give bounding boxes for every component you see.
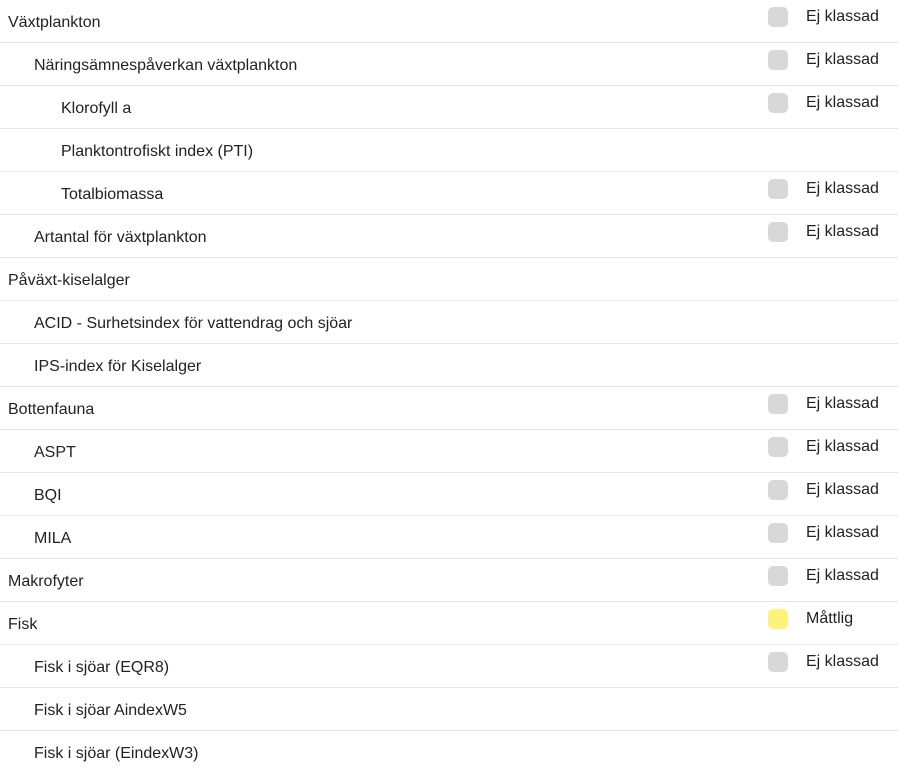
status-swatch (768, 93, 788, 113)
status-indicator: Ej klassad (768, 523, 879, 543)
status-indicator: Ej klassad (768, 222, 879, 242)
row-label: ACID - Surhetsindex för vattendrag och s… (34, 315, 353, 332)
list-item[interactable]: MILA Ej klassad (0, 516, 898, 559)
row-label: Påväxt-kiselalger (8, 272, 130, 289)
status-swatch (768, 394, 788, 414)
row-label: Fisk i sjöar (EindexW3) (34, 745, 199, 762)
list-item[interactable]: IPS-index för Kiselalger (0, 344, 898, 387)
status-indicator: Ej klassad (768, 437, 879, 457)
list-item[interactable]: Klorofyll a Ej klassad (0, 86, 898, 129)
row-label: Bottenfauna (8, 401, 95, 418)
status-text: Ej klassad (806, 180, 879, 197)
list-item[interactable]: Näringsämnespåverkan växtplankton Ej kla… (0, 43, 898, 86)
row-label: Klorofyll a (61, 100, 132, 117)
status-swatch (768, 609, 788, 629)
row-label: Totalbiomassa (61, 186, 164, 203)
status-swatch (768, 523, 788, 543)
status-text: Måttlig (806, 610, 854, 627)
row-label: Planktontrofiskt index (PTI) (61, 143, 254, 160)
row-label: Artantal för växtplankton (34, 229, 207, 246)
status-indicator: Ej klassad (768, 50, 879, 70)
list-item[interactable]: Fisk i sjöar (EQR8) Ej klassad (0, 645, 898, 688)
status-text: Ej klassad (806, 438, 879, 455)
list-item[interactable]: Makrofyter Ej klassad (0, 559, 898, 602)
status-text: Ej klassad (806, 223, 879, 240)
status-swatch (768, 222, 788, 242)
status-indicator: Ej klassad (768, 179, 879, 199)
classification-list: Växtplankton Ej klassad Näringsämnespåve… (0, 0, 898, 774)
row-label: Fisk i sjöar (EQR8) (34, 659, 170, 676)
status-swatch (768, 7, 788, 27)
list-item[interactable]: Fisk Måttlig (0, 602, 898, 645)
status-indicator: Ej klassad (768, 566, 879, 586)
row-label: IPS-index för Kiselalger (34, 358, 202, 375)
status-text: Ej klassad (806, 51, 879, 68)
list-item[interactable]: Påväxt-kiselalger (0, 258, 898, 301)
status-swatch (768, 566, 788, 586)
list-item[interactable]: Fisk i sjöar (EindexW3) (0, 731, 898, 774)
status-indicator: Ej klassad (768, 652, 879, 672)
status-text: Ej klassad (806, 94, 879, 111)
status-indicator: Måttlig (768, 609, 853, 629)
status-indicator: Ej klassad (768, 394, 879, 414)
status-text: Ej klassad (806, 481, 879, 498)
status-indicator: Ej klassad (768, 7, 879, 27)
row-label: MILA (34, 530, 72, 547)
row-label: Växtplankton (8, 14, 101, 31)
status-swatch (768, 652, 788, 672)
row-label: Fisk i sjöar AindexW5 (34, 702, 187, 719)
status-text: Ej klassad (806, 524, 879, 541)
list-item[interactable]: Planktontrofiskt index (PTI) (0, 129, 898, 172)
list-item[interactable]: Artantal för växtplankton Ej klassad (0, 215, 898, 258)
list-item[interactable]: Fisk i sjöar AindexW5 (0, 688, 898, 731)
row-label: BQI (34, 487, 62, 504)
list-item[interactable]: ASPT Ej klassad (0, 430, 898, 473)
row-label: Fisk (8, 616, 38, 633)
status-text: Ej klassad (806, 653, 879, 670)
status-indicator: Ej klassad (768, 93, 879, 113)
status-swatch (768, 50, 788, 70)
status-text: Ej klassad (806, 8, 879, 25)
status-swatch (768, 437, 788, 457)
list-item[interactable]: ACID - Surhetsindex för vattendrag och s… (0, 301, 898, 344)
row-label: Näringsämnespåverkan växtplankton (34, 57, 298, 74)
list-item[interactable]: BQI Ej klassad (0, 473, 898, 516)
row-label: ASPT (34, 444, 76, 461)
list-item[interactable]: Bottenfauna Ej klassad (0, 387, 898, 430)
status-indicator: Ej klassad (768, 480, 879, 500)
status-text: Ej klassad (806, 567, 879, 584)
status-swatch (768, 480, 788, 500)
status-text: Ej klassad (806, 395, 879, 412)
list-item[interactable]: Totalbiomassa Ej klassad (0, 172, 898, 215)
list-item[interactable]: Växtplankton Ej klassad (0, 0, 898, 43)
status-swatch (768, 179, 788, 199)
row-label: Makrofyter (8, 573, 84, 590)
